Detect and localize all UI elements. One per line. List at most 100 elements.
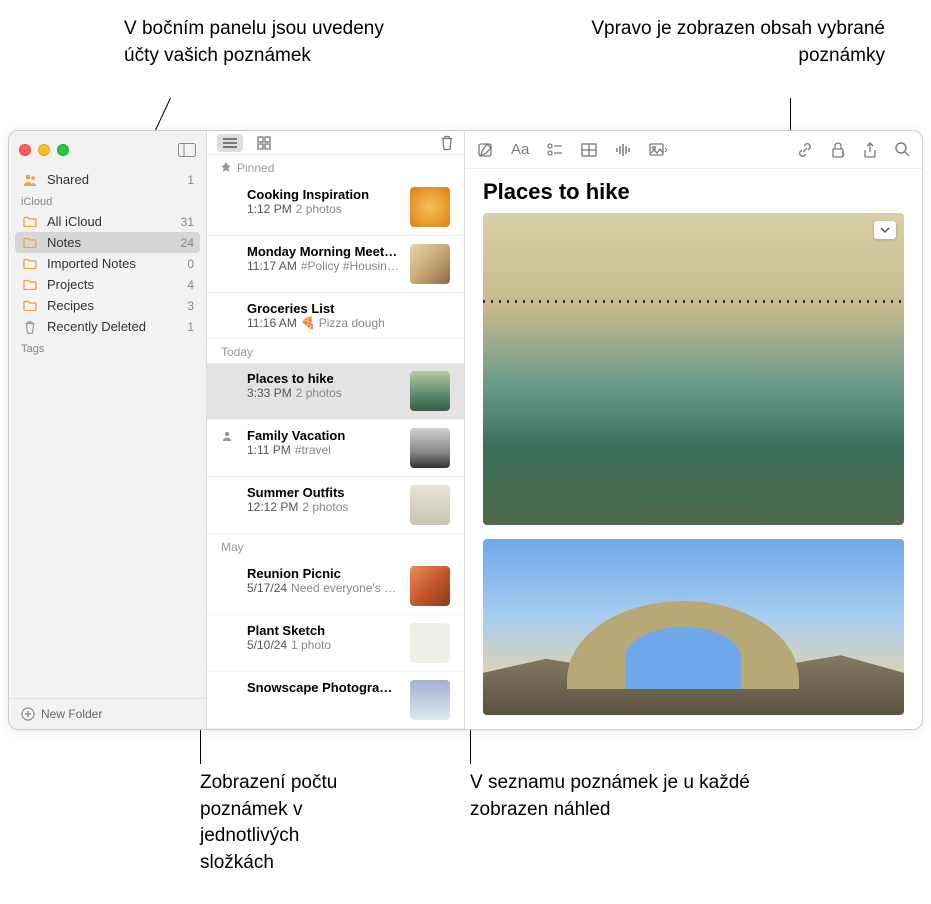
sidebar-item-shared[interactable]: Shared 1 (9, 169, 206, 190)
callout-folder-count: Zobrazení počtu poznámek v jednotlivých … (200, 770, 375, 876)
note-thumbnail (410, 187, 450, 227)
note-content-body[interactable] (465, 213, 922, 729)
note-item-vacation[interactable]: Family Vacation 1:11 PM#travel (207, 420, 464, 477)
shared-note-icon (221, 428, 237, 468)
section-may: May (207, 534, 464, 558)
note-subtitle: 11:17 AM#Policy #Housing… (247, 259, 400, 273)
note-thumbnail (410, 623, 450, 663)
note-title: Groceries List (247, 301, 450, 316)
sidebar-item-label: Notes (47, 235, 81, 250)
compose-icon[interactable] (477, 142, 493, 158)
note-title: Monday Morning Meeting (247, 244, 400, 259)
table-icon[interactable] (581, 143, 597, 157)
folder-icon (21, 279, 39, 290)
window-titlebar (9, 131, 206, 169)
notelist-toolbar (207, 131, 464, 155)
folder-icon (21, 216, 39, 227)
folder-icon (21, 258, 39, 269)
traffic-lights (19, 144, 69, 156)
note-thumbnail (410, 244, 450, 284)
note-thumbnail (410, 485, 450, 525)
shared-icon (21, 173, 39, 187)
section-today: Today (207, 339, 464, 363)
note-subtitle: 5/10/241 photo (247, 638, 400, 652)
folder-icon (21, 237, 39, 248)
link-icon[interactable] (797, 142, 813, 158)
new-folder-label: New Folder (41, 707, 102, 721)
sidebar-item-trash[interactable]: Recently Deleted 1 (9, 316, 206, 337)
note-item-snowscape[interactable]: Snowscape Photography (207, 672, 464, 729)
sidebar-section-tags: Tags (9, 337, 206, 358)
sidebar-item-all-icloud[interactable]: All iCloud 31 (9, 211, 206, 232)
sidebar-item-count: 1 (187, 320, 194, 334)
note-item-picnic[interactable]: Reunion Picnic 5/17/24Need everyone's u… (207, 558, 464, 615)
pizza-icon: 🍕 (301, 316, 316, 330)
callout-sidebar-accounts: V bočním panelu jsou uvedeny účty vašich… (124, 16, 404, 69)
sidebar-item-count: 24 (181, 236, 194, 250)
sidebar-toggle-icon[interactable] (178, 143, 196, 157)
share-icon[interactable] (863, 142, 877, 158)
trash-icon (21, 320, 39, 334)
grid-view-icon[interactable] (257, 136, 271, 150)
format-icon[interactable]: Aa (511, 141, 529, 158)
note-thumbnail (410, 566, 450, 606)
note-item-hike[interactable]: Places to hike 3:33 PM2 photos (207, 363, 464, 420)
note-content-title: Places to hike (465, 169, 922, 213)
section-pinned: Pinned (207, 155, 464, 179)
note-subtitle: 11:16 AM🍕Pizza dough (247, 316, 450, 330)
sidebar: Shared 1 iCloud All iCloud 31 Notes 24 I… (9, 131, 207, 729)
note-item-meeting[interactable]: Monday Morning Meeting 11:17 AM#Policy #… (207, 236, 464, 293)
sidebar-item-label: Projects (47, 277, 94, 292)
new-folder-button[interactable]: New Folder (9, 698, 206, 729)
note-item-plant[interactable]: Plant Sketch 5/10/241 photo (207, 615, 464, 672)
note-item-groceries[interactable]: Groceries List 11:16 AM🍕Pizza dough (207, 293, 464, 339)
lock-icon[interactable] (831, 142, 845, 158)
delete-icon[interactable] (440, 135, 454, 151)
note-content-pane: Aa Places to hike (465, 131, 922, 729)
note-title: Snowscape Photography (247, 680, 400, 695)
sidebar-item-count: 31 (181, 215, 194, 229)
sidebar-item-count: 0 (187, 257, 194, 271)
sidebar-item-label: All iCloud (47, 214, 102, 229)
note-subtitle: 1:11 PM#travel (247, 443, 400, 457)
zoom-window-button[interactable] (57, 144, 69, 156)
note-thumbnail (410, 680, 450, 720)
list-view-icon[interactable] (217, 134, 243, 152)
note-thumbnail (410, 371, 450, 411)
pin-icon (221, 162, 231, 174)
image-menu-icon[interactable] (874, 221, 896, 239)
notes-app-window: Shared 1 iCloud All iCloud 31 Notes 24 I… (8, 130, 923, 730)
sidebar-item-count: 1 (187, 173, 194, 187)
note-subtitle: 3:33 PM2 photos (247, 386, 400, 400)
note-subtitle: 1:12 PM2 photos (247, 202, 400, 216)
media-icon[interactable] (649, 143, 667, 157)
sidebar-item-recipes[interactable]: Recipes 3 (9, 295, 206, 316)
sidebar-item-label: Imported Notes (47, 256, 136, 271)
checklist-icon[interactable] (547, 143, 563, 157)
callout-note-preview: V seznamu poznámek je u každé zobrazen n… (470, 770, 770, 823)
close-window-button[interactable] (19, 144, 31, 156)
note-title: Cooking Inspiration (247, 187, 400, 202)
audio-icon[interactable] (615, 143, 631, 157)
sidebar-item-label: Shared (47, 172, 89, 187)
sidebar-item-imported[interactable]: Imported Notes 0 (9, 253, 206, 274)
sidebar-item-label: Recipes (47, 298, 94, 313)
minimize-window-button[interactable] (38, 144, 50, 156)
note-title: Family Vacation (247, 428, 400, 443)
note-title: Summer Outfits (247, 485, 400, 500)
sidebar-item-count: 4 (187, 278, 194, 292)
note-subtitle: 12:12 PM2 photos (247, 500, 400, 514)
note-title: Plant Sketch (247, 623, 400, 638)
sidebar-item-notes[interactable]: Notes 24 (15, 232, 200, 253)
note-item-outfits[interactable]: Summer Outfits 12:12 PM2 photos (207, 477, 464, 534)
folder-icon (21, 300, 39, 311)
callout-note-content: Vpravo je zobrazen obsah vybrané poznámk… (585, 16, 885, 69)
note-item-cooking[interactable]: Cooking Inspiration 1:12 PM2 photos (207, 179, 464, 236)
note-image-1 (483, 213, 904, 525)
note-subtitle: 5/17/24Need everyone's u… (247, 581, 400, 595)
note-title: Places to hike (247, 371, 400, 386)
sidebar-item-projects[interactable]: Projects 4 (9, 274, 206, 295)
search-icon[interactable] (895, 142, 910, 157)
sidebar-item-count: 3 (187, 299, 194, 313)
note-subtitle (247, 695, 400, 709)
